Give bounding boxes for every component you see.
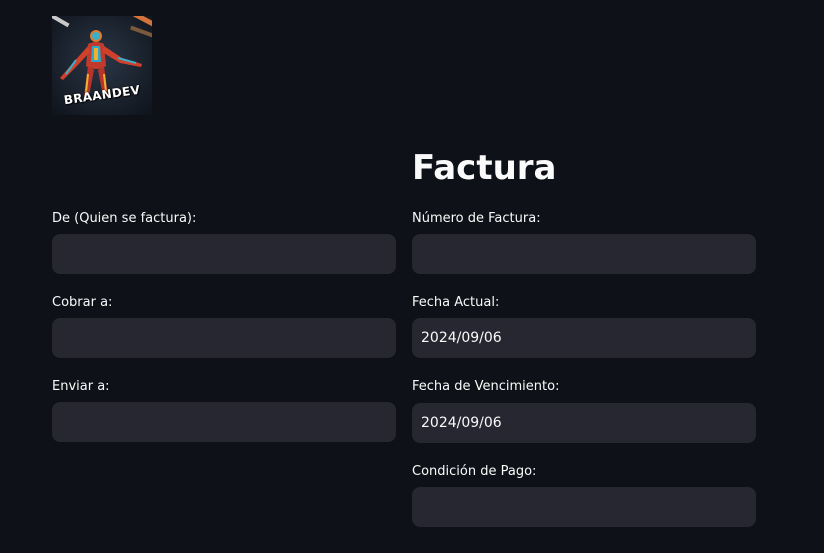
ship-to-input[interactable] [52,402,396,442]
payment-terms-input[interactable] [412,487,756,527]
page-title: Factura [412,148,557,188]
payment-terms-label: Condición de Pago: [412,464,537,479]
due-date-label: Fecha de Vencimiento: [412,379,560,394]
from-input[interactable] [52,234,396,274]
due-date-input[interactable] [412,403,756,443]
from-label: De (Quien se factura): [52,211,197,226]
ship-to-label: Enviar a: [52,379,110,394]
invoice-number-input[interactable] [412,234,756,274]
current-date-input[interactable] [412,318,756,358]
invoice-number-label: Número de Factura: [412,211,541,226]
braandev-logo: BRAANDEV [52,16,152,115]
invoice-page: BRAANDEV Factura De (Quien se factura): … [0,0,824,553]
current-date-label: Fecha Actual: [412,295,500,310]
bill-to-input[interactable] [52,318,396,358]
bill-to-label: Cobrar a: [52,295,113,310]
